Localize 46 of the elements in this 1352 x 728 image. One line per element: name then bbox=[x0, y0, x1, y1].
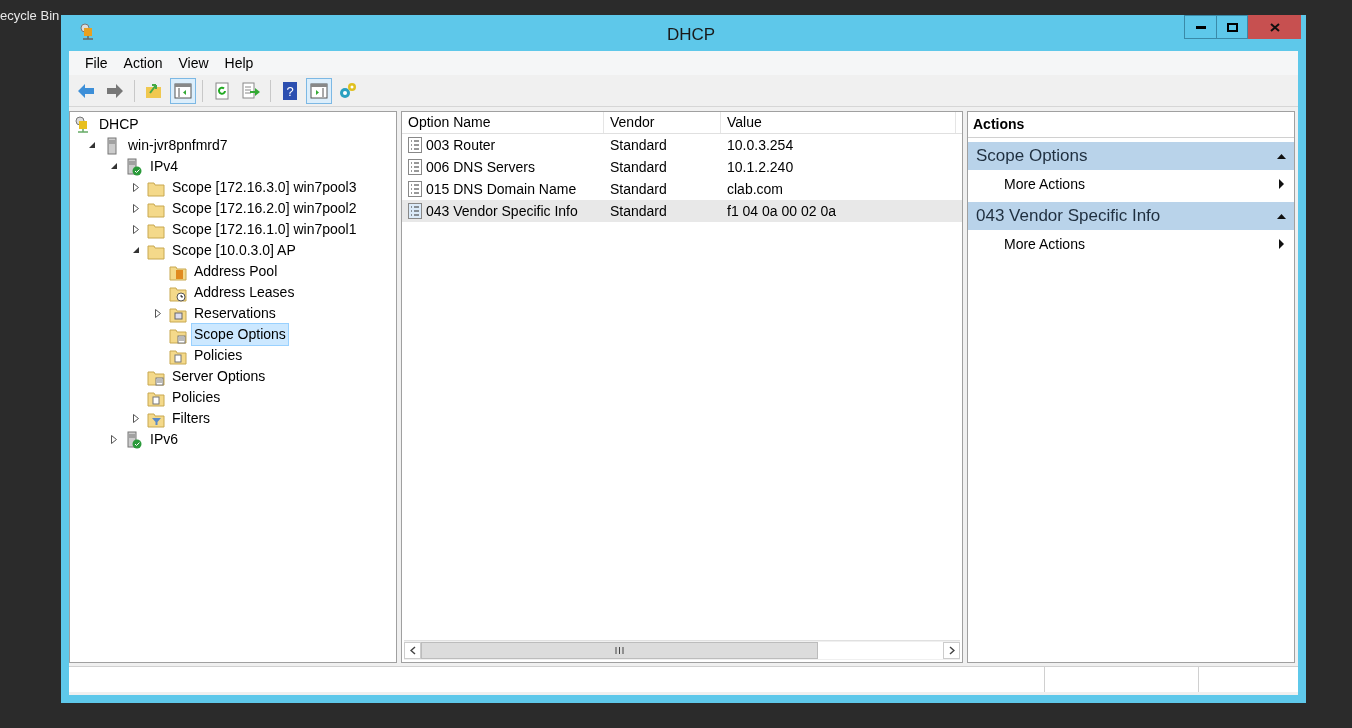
tree-item[interactable]: Scope [172.16.2.0] win7pool2 bbox=[169, 197, 360, 220]
menu-item[interactable]: Help bbox=[218, 52, 260, 74]
table-cell-text: clab.com bbox=[727, 179, 784, 199]
tree-item[interactable]: Policies bbox=[169, 386, 224, 409]
table-cell-text: Standard bbox=[610, 135, 667, 155]
column-header[interactable]: Vendor bbox=[604, 112, 721, 133]
tree-item[interactable]: win-jvr8pnfmrd7 bbox=[125, 134, 231, 157]
tree-item[interactable]: IPv6 bbox=[147, 428, 181, 451]
table-row[interactable]: 006 DNS Servers Standard 10.1.2.240 bbox=[402, 156, 962, 178]
column-header[interactable]: Value bbox=[721, 112, 956, 133]
section-header[interactable]: 043 Vendor Specific Info bbox=[968, 202, 1294, 230]
table-cell-text: 015 DNS Domain Name bbox=[426, 179, 577, 199]
table-cell-text: Standard bbox=[610, 179, 667, 199]
column-header[interactable]: Option Name bbox=[402, 112, 604, 133]
table-cell-text: 10.1.2.240 bbox=[727, 157, 794, 177]
menu-item[interactable]: Action bbox=[117, 52, 169, 74]
tree-item[interactable]: Reservations bbox=[191, 302, 279, 325]
table-row[interactable]: 043 Vendor Specific Info Standard f1 04 0a 00 02 0a bbox=[402, 200, 962, 222]
table-cell-text: f1 04 0a 00 02 0a bbox=[727, 201, 836, 221]
tree-item[interactable]: Address Pool bbox=[191, 260, 281, 283]
tree-item[interactable]: Scope [10.0.3.0] AP bbox=[169, 239, 299, 262]
table-cell-text: 10.0.3.254 bbox=[727, 135, 794, 155]
table-cell-text: 006 DNS Servers bbox=[426, 157, 535, 177]
tree-item[interactable]: Server Options bbox=[169, 365, 269, 388]
section-header[interactable]: Scope Options bbox=[968, 142, 1294, 170]
tree-item[interactable]: Policies bbox=[191, 344, 246, 367]
tree-item[interactable]: Scope [172.16.1.0] win7pool1 bbox=[169, 218, 360, 241]
tree-item[interactable]: Scope [172.16.3.0] win7pool3 bbox=[169, 176, 360, 199]
tree-item[interactable]: Scope Options bbox=[191, 323, 289, 346]
table-row[interactable]: 015 DNS Domain Name Standard clab.com bbox=[402, 178, 962, 200]
tree-item[interactable]: Filters bbox=[169, 407, 214, 430]
window-title: DHCP bbox=[665, 24, 717, 46]
table-cell-text: Standard bbox=[610, 157, 667, 177]
table-cell-text: 043 Vendor Specific Info bbox=[426, 201, 578, 221]
table-cell-text: Standard bbox=[610, 201, 667, 221]
menu-item[interactable]: View bbox=[172, 52, 215, 74]
table-row[interactable]: 003 Router Standard 10.0.3.254 bbox=[402, 134, 962, 156]
action-link[interactable]: More Actions bbox=[1004, 233, 1085, 255]
tree-item[interactable]: DHCP bbox=[96, 113, 142, 136]
desktop-icon-label[interactable]: ecycle Bin bbox=[0, 6, 60, 26]
pane-header: Actions bbox=[968, 112, 1294, 138]
tree-item[interactable]: Address Leases bbox=[191, 281, 298, 304]
tree-item[interactable]: IPv4 bbox=[147, 155, 181, 178]
menu-item[interactable]: File bbox=[79, 52, 114, 74]
action-link[interactable]: More Actions bbox=[1004, 173, 1085, 195]
table-cell-text: 003 Router bbox=[426, 135, 496, 155]
